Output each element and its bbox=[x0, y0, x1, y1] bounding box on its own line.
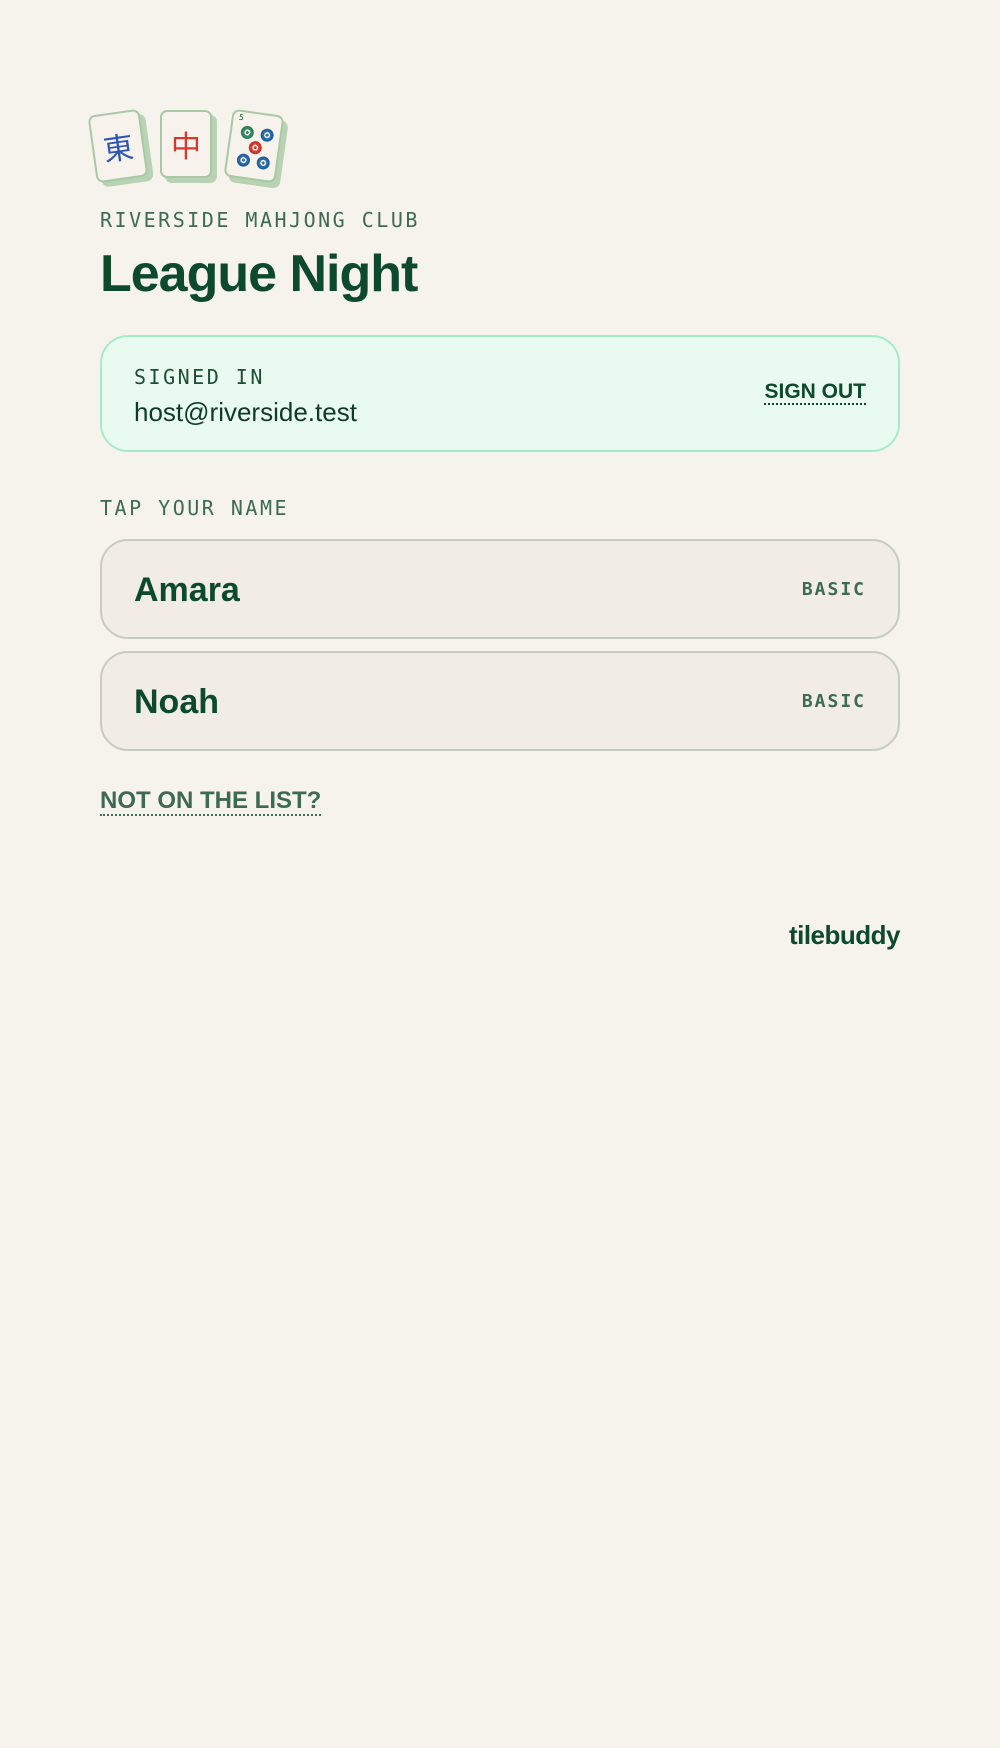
tile-glyph-east: 東 bbox=[87, 108, 149, 184]
dot-icon bbox=[259, 127, 275, 143]
tap-your-name-label: TAP YOUR NAME bbox=[100, 496, 290, 520]
club-name: RIVERSIDE MAHJONG CLUB bbox=[100, 208, 420, 232]
dot-icon bbox=[236, 152, 251, 168]
signed-in-label: SIGNED IN bbox=[134, 365, 265, 389]
player-row-noah[interactable]: Noah BASIC bbox=[100, 651, 900, 751]
player-name: Noah bbox=[134, 683, 219, 721]
mahjong-east-wind-tile-icon: 東 bbox=[87, 108, 155, 188]
signed-in-card: SIGNED IN host@riverside.test SIGN OUT bbox=[100, 335, 900, 452]
player-tier-badge: BASIC bbox=[801, 579, 866, 600]
brand-logo: tilebuddy bbox=[788, 920, 901, 950]
tile-corner-number: 5 bbox=[238, 112, 245, 123]
mahjong-five-dots-tile-icon: 5 bbox=[223, 108, 289, 189]
page-title: League Night bbox=[100, 245, 418, 303]
signed-in-email: host@riverside.test bbox=[134, 397, 357, 427]
player-tier-badge: BASIC bbox=[801, 691, 866, 712]
dot-icon bbox=[255, 155, 271, 171]
player-row-amara[interactable]: Amara BASIC bbox=[100, 539, 900, 639]
dot-icon bbox=[239, 125, 255, 140]
sign-out-link[interactable]: SIGN OUT bbox=[764, 380, 866, 406]
dot-icon bbox=[247, 140, 263, 156]
not-on-list-link[interactable]: NOT ON THE LIST? bbox=[100, 787, 322, 817]
player-name: Amara bbox=[134, 571, 240, 609]
tiles-logo: 東 中 5 bbox=[87, 106, 292, 189]
tile-glyph-red-dragon: 中 bbox=[160, 110, 212, 178]
mahjong-red-dragon-tile-icon: 中 bbox=[160, 110, 217, 183]
